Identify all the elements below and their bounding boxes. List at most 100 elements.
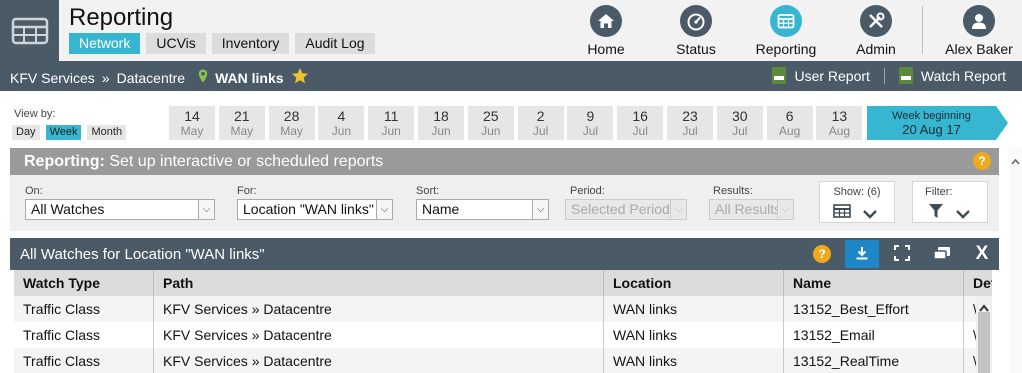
week-button[interactable]: 6 Aug: [766, 106, 813, 140]
nav-status[interactable]: Status: [674, 0, 718, 61]
week-button[interactable]: 11 Jun: [368, 106, 415, 140]
nav-home-label: Home: [587, 41, 625, 57]
week-button[interactable]: 16 Jul: [617, 106, 664, 140]
current-week-arrow: [996, 106, 1008, 140]
calendar-icon: [770, 5, 802, 37]
reporting-panel-title-bold: Reporting:: [24, 153, 105, 170]
table-row[interactable]: Traffic Class KFV Services » Datacentre …: [14, 296, 992, 322]
tab-network[interactable]: Network: [69, 33, 141, 54]
week-button[interactable]: 30 Jul: [716, 106, 763, 140]
download-button[interactable]: [845, 240, 879, 268]
week-day: 9: [586, 108, 595, 124]
week-month: Aug: [778, 124, 801, 138]
page-scrollbar[interactable]: [1009, 148, 1022, 373]
results-select-value: All Results: [715, 201, 782, 217]
breadcrumb-item-datacentre[interactable]: Datacentre: [117, 70, 185, 86]
user-report-link[interactable]: User Report: [794, 68, 869, 84]
week-month: Jul: [632, 124, 648, 138]
week-button[interactable]: 14 May: [169, 106, 215, 140]
chevron-down-icon: ⌵: [777, 200, 793, 219]
week-day: 16: [632, 108, 648, 124]
on-select[interactable]: All Watches ⌵: [25, 199, 215, 220]
cell-watch-type: Traffic Class: [14, 296, 154, 322]
current-week-label: Week beginning: [892, 110, 971, 122]
nav-home[interactable]: Home: [585, 0, 627, 61]
show-columns-button[interactable]: Show: (6): [819, 181, 895, 223]
tab-inventory[interactable]: Inventory: [211, 33, 290, 54]
scroll-up-icon[interactable]: [1011, 152, 1020, 168]
week-button[interactable]: 23 Jul: [667, 106, 713, 140]
chevron-down-icon: [955, 206, 971, 222]
week-month: Jul: [732, 124, 748, 138]
sort-select[interactable]: Name ⌵: [416, 199, 549, 220]
filter-button[interactable]: Filter:: [912, 181, 988, 223]
cell-location: WAN links: [604, 296, 784, 322]
results-select: All Results ⌵: [709, 199, 794, 220]
help-icon[interactable]: ?: [973, 152, 991, 170]
sort-select-value: Name: [422, 201, 460, 217]
tab-audit-log[interactable]: Audit Log: [295, 33, 375, 54]
cell-path: KFV Services » Datacentre: [154, 296, 604, 322]
reporting-panel-title: Set up interactive or scheduled reports: [109, 153, 384, 170]
help-icon[interactable]: ?: [813, 245, 831, 263]
cell-name: 13152_RealTime: [784, 348, 964, 373]
popout-button[interactable]: [925, 240, 959, 268]
cell-watch-type: Traffic Class: [14, 348, 154, 373]
week-button[interactable]: 9 Jul: [567, 106, 614, 140]
tab-ucvis[interactable]: UCVis: [146, 33, 206, 54]
scroll-up-icon[interactable]: [979, 299, 989, 315]
view-by-label: View by:: [14, 108, 56, 120]
week-month: Jun: [331, 124, 352, 138]
sort-label: Sort:: [416, 185, 440, 197]
week-button[interactable]: 18 Jun: [418, 106, 464, 140]
table-scrollbar-thumb[interactable]: [978, 312, 990, 373]
week-day: 14: [184, 108, 200, 124]
breadcrumb-separator: »: [101, 69, 110, 86]
reporting-panel-header: Reporting: Set up interactive or schedul…: [10, 148, 999, 175]
week-month: Jun: [381, 124, 401, 138]
view-week-button[interactable]: Week: [45, 125, 82, 140]
week-day: 23: [682, 108, 698, 124]
table-row[interactable]: Traffic Class KFV Services » Datacentre …: [14, 322, 992, 348]
nav-admin[interactable]: Admin: [854, 0, 898, 61]
column-header-location[interactable]: Location: [604, 270, 784, 296]
week-button[interactable]: 28 May: [268, 106, 315, 140]
nav-user-label: Alex Baker: [945, 41, 1013, 57]
week-month: Jul: [582, 124, 599, 138]
week-button[interactable]: 4 Jun: [318, 106, 365, 140]
cell-name: 13152_Email: [784, 322, 964, 348]
fullscreen-button[interactable]: [885, 240, 919, 268]
column-header-name[interactable]: Name: [784, 270, 964, 296]
close-button[interactable]: X: [965, 240, 999, 268]
week-button[interactable]: 25 Jun: [467, 106, 514, 140]
column-header-details[interactable]: Det: [964, 270, 992, 296]
for-select[interactable]: Location "WAN links" ⌵: [237, 199, 393, 220]
view-month-button[interactable]: Month: [87, 125, 127, 140]
current-week-button[interactable]: Week beginning 20 Aug 17: [867, 106, 996, 140]
nav-reporting[interactable]: Reporting: [754, 0, 818, 61]
report-links: User Report Watch Report: [772, 67, 1006, 84]
watch-report-link[interactable]: Watch Report: [921, 68, 1006, 84]
for-select-value: Location "WAN links": [243, 201, 374, 217]
grid-table-icon[interactable]: [0, 0, 59, 61]
breadcrumb-item-kfv-services[interactable]: KFV Services: [10, 70, 95, 86]
table-row[interactable]: Traffic Class KFV Services » Datacentre …: [14, 348, 992, 373]
column-header-watch-type[interactable]: Watch Type: [14, 270, 154, 296]
week-button[interactable]: 13 Aug: [816, 106, 863, 140]
week-month: May: [280, 124, 303, 138]
table-scrollbar[interactable]: [976, 296, 992, 373]
nav-user[interactable]: Alex Baker: [945, 0, 1013, 61]
report-links-divider: [883, 67, 885, 84]
csv-file-icon: [772, 67, 787, 84]
star-icon[interactable]: [291, 67, 309, 88]
subtab-bar: Network UCVis Inventory Audit Log: [69, 33, 375, 54]
cell-name: 13152_Best_Effort: [784, 296, 964, 322]
expand-icon: [894, 244, 910, 264]
funnel-icon: [928, 203, 944, 222]
week-button[interactable]: 2 Jul: [517, 106, 564, 140]
chevron-down-icon: ⌵: [532, 200, 548, 219]
week-button[interactable]: 21 May: [218, 106, 265, 140]
view-by-buttons: Day Week Month: [12, 125, 127, 140]
view-day-button[interactable]: Day: [12, 125, 40, 140]
column-header-path[interactable]: Path: [154, 270, 604, 296]
